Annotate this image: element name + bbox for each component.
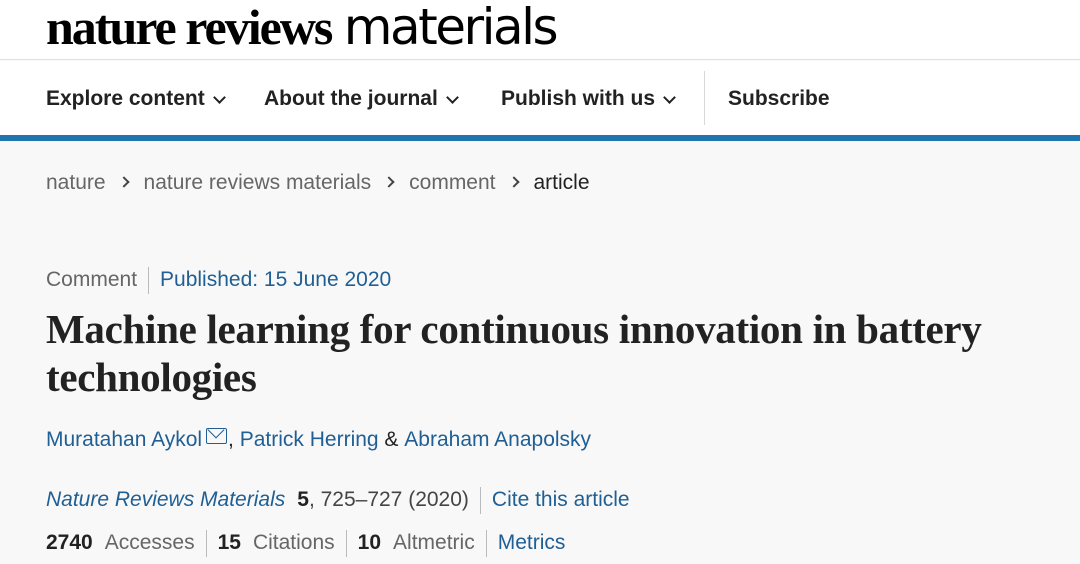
breadcrumb-nature[interactable]: nature (46, 171, 106, 195)
accesses-label: Accesses (104, 531, 195, 554)
nav-item-label: About the journal (264, 87, 438, 110)
article-type: Comment (46, 268, 138, 291)
divider (345, 529, 347, 557)
breadcrumb-article: article (533, 171, 590, 194)
breadcrumb-comment[interactable]: comment (409, 171, 495, 195)
journal-link[interactable]: Nature Reviews Materials (46, 488, 285, 512)
cite-this-article-link[interactable]: Cite this article (492, 488, 630, 512)
main-nav: Explore content About the journal Publis… (0, 61, 1080, 135)
article-title: Machine learning for continuous innovati… (46, 306, 982, 400)
nav-item-label: Publish with us (501, 87, 656, 110)
metrics-link[interactable]: Metrics (498, 531, 566, 555)
journal-logo[interactable]: nature reviews materials (46, 0, 559, 56)
page-range: , 725–727 (2020) (308, 488, 469, 511)
citation-line: Nature Reviews Materials 5 , 725–727 (20… (46, 485, 630, 515)
altmetric-score: 10 (357, 531, 382, 554)
breadcrumb: nature nature reviews materials comment … (46, 169, 590, 197)
publication-date: Published: 15 June 2020 (160, 268, 392, 291)
divider (205, 529, 207, 557)
author-separator: & (378, 428, 405, 451)
chevron-down-icon (212, 90, 226, 104)
nav-item-label: Explore content (46, 87, 205, 110)
author-separator: , (228, 428, 240, 451)
logo-name-light: materials (343, 0, 559, 56)
email-icon[interactable] (206, 428, 228, 444)
author-link[interactable]: Muratahan Aykol (46, 428, 202, 452)
breadcrumb-journal[interactable]: nature reviews materials (144, 171, 372, 195)
chevron-down-icon (445, 90, 459, 104)
logo-name-bold: nature reviews (46, 0, 333, 55)
nav-about-journal[interactable]: About the journal (264, 85, 459, 113)
nav-explore-content[interactable]: Explore content (46, 85, 226, 113)
divider (148, 266, 150, 294)
volume-number: 5 (297, 488, 309, 511)
divider (485, 529, 487, 557)
chevron-right-icon (507, 176, 520, 188)
divider (479, 486, 481, 514)
citations-count: 15 (217, 531, 241, 554)
altmetric-label: Altmetric (393, 531, 475, 554)
author-list: Muratahan Aykol , Patrick Herring & Abra… (46, 425, 591, 455)
chevron-right-icon (383, 176, 395, 188)
nav-divider (704, 71, 705, 125)
author-link[interactable]: Patrick Herring (240, 428, 379, 452)
chevron-right-icon (117, 176, 130, 188)
citations-label: Citations (252, 531, 335, 554)
article-metrics: 2740 Accesses 15 Citations 10 Altmetric … (46, 528, 565, 558)
nav-publish-with-us[interactable]: Publish with us (501, 85, 676, 113)
nav-accent-bar (0, 135, 1080, 141)
brand-header: nature reviews materials (0, 0, 1080, 60)
subscribe-link[interactable]: Subscribe (728, 85, 830, 113)
author-link[interactable]: Abraham Anapolsky (404, 428, 591, 452)
article-meta: Comment Published: 15 June 2020 (46, 265, 391, 295)
chevron-down-icon (663, 90, 676, 104)
accesses-count: 2740 (46, 531, 93, 554)
